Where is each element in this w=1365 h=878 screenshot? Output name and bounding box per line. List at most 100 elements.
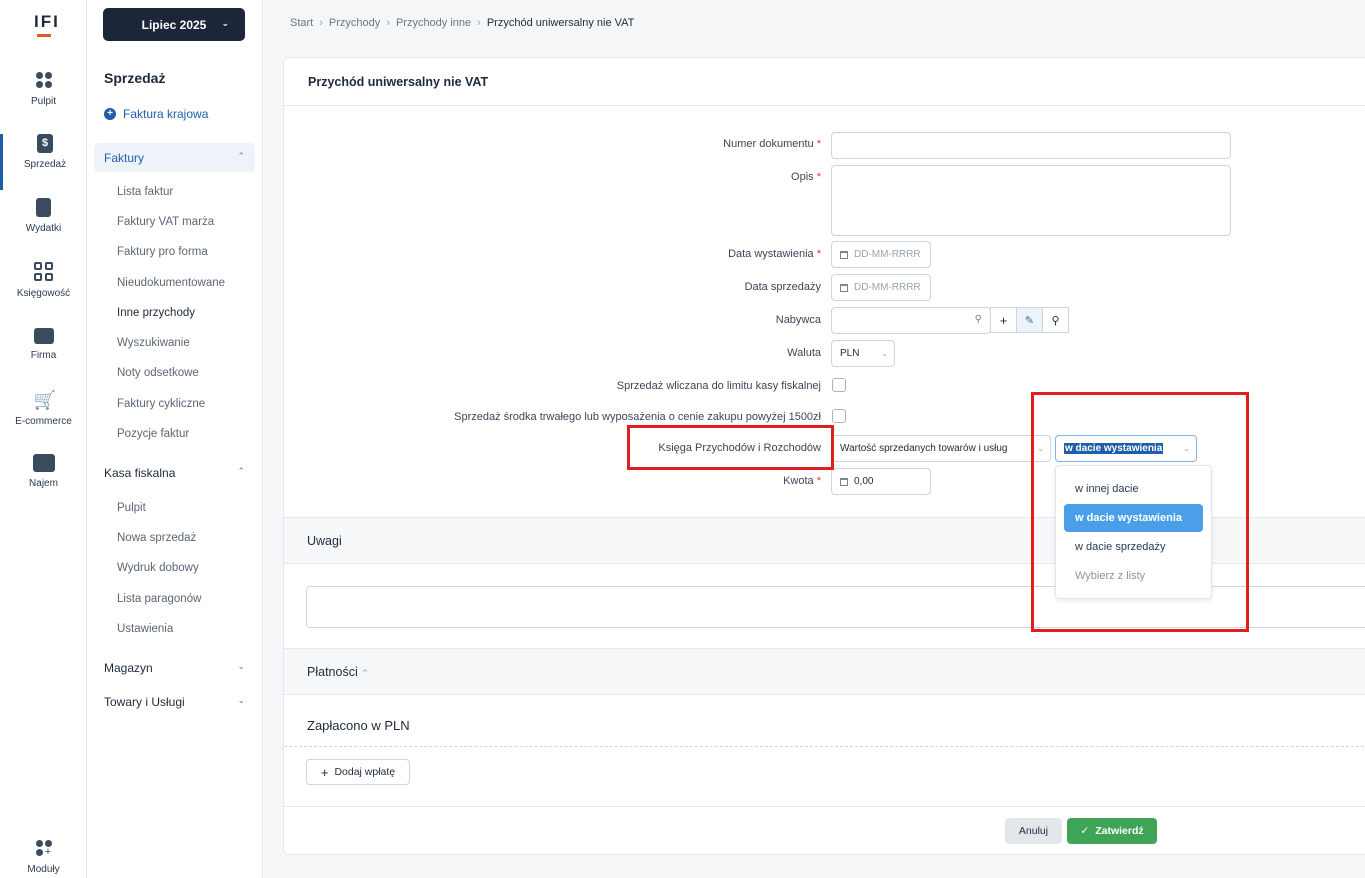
- waluta-value: PLN: [840, 348, 860, 359]
- srodek-label: Sprzedaż środka trwałego lub wyposażenia…: [454, 411, 821, 423]
- building-icon: [32, 454, 55, 472]
- divider: [284, 806, 1365, 807]
- submit-button[interactable]: ✓ Zatwierdź: [1067, 818, 1157, 844]
- group-faktury[interactable]: Faktury ⌃: [94, 143, 255, 172]
- kwota-input[interactable]: 0,00: [831, 468, 931, 495]
- cancel-button[interactable]: Anuluj: [1005, 818, 1062, 844]
- opis-label: Opis *: [791, 171, 821, 183]
- calculator-icon: [840, 477, 848, 486]
- chevron-down-icon: ⌄: [221, 18, 229, 28]
- sidebar-item-pro-forma[interactable]: Faktury pro forma: [117, 246, 208, 258]
- main-nav-rail: IFI Pulpit $ Sprzedaż Wydatki Księgowość…: [0, 0, 87, 878]
- uwagi-title: Uwagi: [307, 534, 342, 548]
- sidebar-item-paragony[interactable]: Lista paragonów: [117, 593, 201, 605]
- kpir-select[interactable]: Wartość sprzedanych towarów i usług ⌄: [831, 435, 1051, 462]
- sidebar-item-nowa-sprzedaz[interactable]: Nowa sprzedaż: [117, 532, 196, 544]
- search-icon: ⚲: [1051, 314, 1060, 327]
- kwota-label: Kwota *: [783, 475, 821, 487]
- group-label: Towary i Usługi: [104, 694, 185, 709]
- group-magazyn[interactable]: Magazyn ⌄: [94, 653, 255, 682]
- kwota-value: 0,00: [854, 476, 874, 487]
- date-placeholder: DD-MM-RRRR: [854, 249, 921, 260]
- add-payment-button[interactable]: + Dodaj wpłatę: [306, 759, 410, 785]
- sidebar-item-pozycje[interactable]: Pozycje faktur: [117, 428, 189, 440]
- nav-pulpit[interactable]: Pulpit: [0, 70, 87, 126]
- sidebar-item-noty[interactable]: Noty odsetkowe: [117, 367, 199, 379]
- nav-label: Pulpit: [30, 96, 56, 107]
- sidebar-item-inne-przychody[interactable]: Inne przychody: [117, 307, 195, 319]
- highlight-kpir-label: [627, 425, 834, 470]
- sidebar-item-cykliczne[interactable]: Faktury cykliczne: [117, 398, 205, 410]
- nav-moduly[interactable]: + Moduły: [0, 838, 87, 878]
- nav-firma[interactable]: Firma: [0, 326, 87, 382]
- sidebar-item-ustawienia[interactable]: Ustawienia: [117, 623, 173, 635]
- divider: [284, 105, 1365, 106]
- receipt-icon: [36, 198, 51, 217]
- nav-sprzedaz[interactable]: $ Sprzedaż: [0, 134, 87, 190]
- search-nabywca-button[interactable]: ⚲: [1042, 307, 1069, 333]
- nav-ksiegowosc[interactable]: Księgowość: [0, 262, 87, 318]
- nav-wydatki[interactable]: Wydatki: [0, 198, 87, 254]
- nav-label: Moduły: [27, 864, 60, 875]
- chevron-up-icon: ⌃: [237, 466, 245, 476]
- sidebar-item-wyszukiwanie[interactable]: Wyszukiwanie: [117, 337, 190, 349]
- period-label: Lipiec 2025: [141, 17, 207, 32]
- add-invoice-label: Faktura krajowa: [123, 107, 209, 121]
- numer-label: Numer dokumentu *: [723, 138, 821, 150]
- dashed-divider: [284, 746, 1365, 747]
- edit-nabywca-button[interactable]: ✎: [1016, 307, 1043, 333]
- plus-icon: +: [320, 764, 329, 780]
- chevron-up-icon: ⌃: [237, 151, 245, 161]
- data-sprz-label: Data sprzedaży: [744, 281, 821, 293]
- calculator-icon: [33, 262, 54, 282]
- nav-label: Księgowość: [16, 288, 71, 299]
- date-placeholder: DD-MM-RRRR: [854, 282, 921, 293]
- chevron-down-icon: ⌄: [881, 349, 888, 358]
- group-label: Faktury: [104, 150, 145, 165]
- add-invoice-link[interactable]: + Faktura krajowa: [104, 107, 208, 121]
- nabywca-input[interactable]: ⚲: [831, 307, 991, 334]
- modules-icon: +: [34, 838, 54, 858]
- waluta-label: Waluta: [787, 347, 821, 359]
- add-nabywca-button[interactable]: +: [990, 307, 1017, 333]
- group-kasa[interactable]: Kasa fiskalna ⌃: [94, 458, 255, 487]
- breadcrumb-current: Przychód uniwersalny nie VAT: [486, 17, 635, 29]
- sidebar-item-wydruk[interactable]: Wydruk dobowy: [117, 562, 199, 574]
- highlight-dropdown: [1031, 392, 1249, 632]
- period-selector[interactable]: Lipiec 2025 ⌄: [103, 8, 245, 41]
- page-title: Przychód uniwersalny nie VAT: [308, 75, 489, 89]
- nav-label: Najem: [29, 478, 58, 489]
- platnosci-section-header[interactable]: Płatności ⌃: [284, 648, 1365, 695]
- nav-label: Firma: [30, 350, 57, 361]
- nav-najem[interactable]: Najem: [0, 454, 87, 510]
- app-logo[interactable]: IFI: [34, 12, 60, 32]
- plus-circle-icon: +: [104, 108, 116, 120]
- sidebar-item-lista-faktur[interactable]: Lista faktur: [117, 186, 173, 198]
- nav-ecommerce[interactable]: 🛒 E-commerce: [0, 390, 87, 446]
- breadcrumb-przychody[interactable]: Przychody: [329, 17, 380, 29]
- sidebar-item-vat-marza[interactable]: Faktury VAT marża: [117, 216, 214, 228]
- breadcrumb-przychody-inne[interactable]: Przychody inne: [396, 17, 471, 29]
- srodek-checkbox[interactable]: [832, 409, 846, 423]
- sidebar-item-nieudokumentowane[interactable]: Nieudokumentowane: [117, 277, 225, 289]
- numer-input[interactable]: [831, 132, 1231, 159]
- group-towary[interactable]: Towary i Usługi ⌄: [94, 687, 255, 716]
- check-icon: ✓: [1080, 825, 1090, 837]
- calendar-icon: [840, 250, 848, 259]
- sidebar-item-kasa-pulpit[interactable]: Pulpit: [117, 502, 146, 514]
- briefcase-icon: [33, 328, 54, 344]
- chevron-down-icon: ⌄: [237, 661, 245, 671]
- nav-label: Wydatki: [25, 223, 62, 234]
- breadcrumb-start[interactable]: Start: [290, 17, 313, 29]
- chevron-right-icon: ›: [477, 17, 481, 29]
- nav-label: Sprzedaż: [23, 159, 67, 170]
- group-label: Magazyn: [104, 660, 153, 675]
- data-sprzedazy-input[interactable]: DD-MM-RRRR: [831, 274, 931, 301]
- opis-textarea[interactable]: [831, 165, 1231, 236]
- kasa-checkbox[interactable]: [832, 378, 846, 392]
- platnosci-title: Płatności ⌃: [307, 665, 369, 679]
- waluta-select[interactable]: PLN ⌄: [831, 340, 895, 367]
- plus-icon: +: [999, 312, 1008, 328]
- nav-label: E-commerce: [15, 416, 72, 427]
- data-wystawienia-input[interactable]: DD-MM-RRRR: [831, 241, 931, 268]
